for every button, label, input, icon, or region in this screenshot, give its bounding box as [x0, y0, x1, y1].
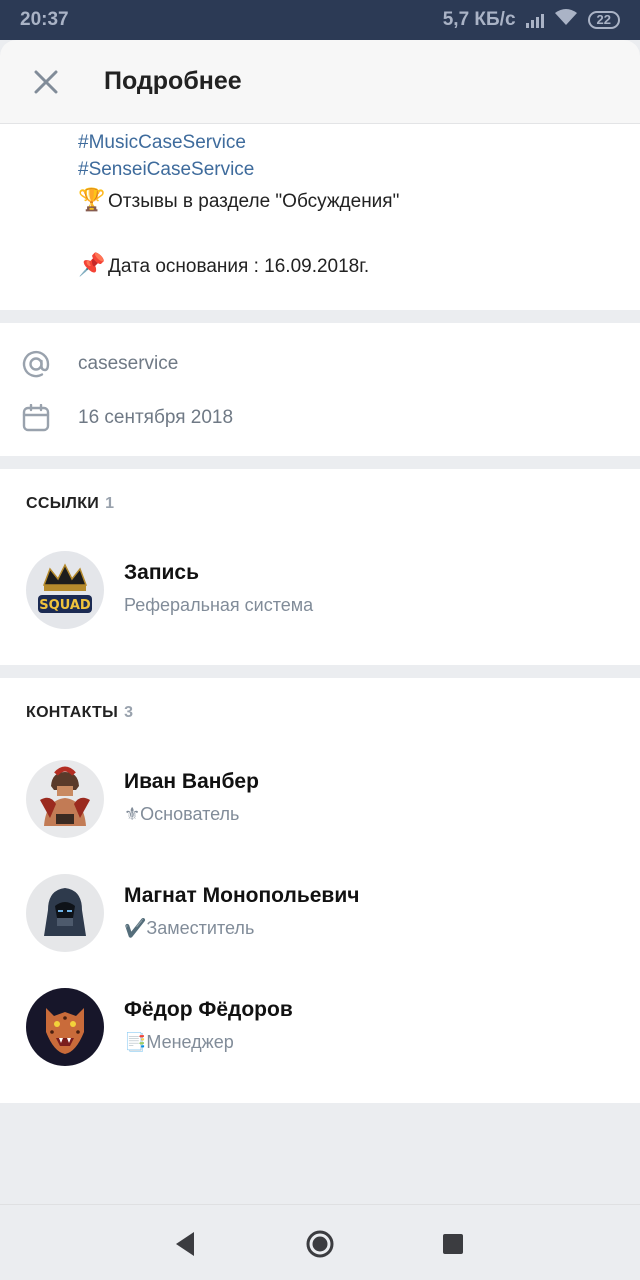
links-count: 1	[105, 495, 115, 512]
contact-role: ⚜Основатель	[124, 804, 240, 824]
status-time: 20:37	[20, 9, 69, 30]
link-subtitle: Реферальная система	[124, 595, 314, 615]
network-speed: 5,7 КБ/с	[442, 9, 516, 30]
battery-icon: 22	[587, 11, 620, 29]
handle-row[interactable]: caseservice	[0, 337, 640, 391]
jaguar-avatar	[26, 988, 104, 1066]
hashtag-music[interactable]: #MusicCaseService	[78, 132, 246, 154]
hashtag-sensei[interactable]: #SenseiCaseService	[78, 159, 254, 181]
links-title: ССЫЛКИ	[26, 495, 100, 512]
contact-role: 📑Менеджер	[124, 1032, 234, 1052]
back-icon[interactable]	[170, 1229, 200, 1259]
group-handle: caseservice	[78, 353, 179, 374]
contact-name: Магнат Монопольевич	[124, 884, 360, 907]
date-row: 16 сентября 2018	[0, 391, 640, 445]
contacts-card: КОНТАКТЫ 3 Иван Ванбер ⚜Основатель Магна…	[0, 678, 640, 1103]
close-button[interactable]	[0, 40, 92, 124]
contact-name: Иван Ванбер	[124, 770, 259, 793]
link-title: Запись	[124, 561, 200, 584]
navigation-bar	[0, 1204, 640, 1280]
sheet-header: Подробнее	[0, 40, 640, 124]
signal-icon	[525, 12, 544, 28]
contacts-title: КОНТАКТЫ	[26, 704, 119, 721]
contact-item[interactable]: Фёдор Фёдоров 📑Менеджер	[0, 988, 640, 1068]
reviews-line: 🏆 Отзывы в разделе "Обсуждения"	[78, 187, 399, 213]
spartan-avatar	[26, 760, 104, 838]
home-icon[interactable]	[305, 1229, 335, 1259]
hooded-avatar	[26, 874, 104, 952]
close-icon	[34, 70, 58, 93]
links-card: ССЫЛКИ 1 SQUAD Запись Реферальная система	[0, 469, 640, 665]
reviews-text: Отзывы в разделе "Обсуждения"	[108, 191, 400, 212]
trophy-icon: 🏆	[78, 187, 106, 212]
founded-text: Дата основания : 16.09.2018г.	[108, 256, 370, 277]
details-sheet: Подробнее #MusicCaseService #SenseiCaseS…	[0, 40, 640, 1204]
contact-name: Фёдор Фёдоров	[124, 998, 293, 1021]
founded-line: 📌 Дата основания : 16.09.2018г.	[78, 252, 369, 278]
battery-level: 22	[596, 12, 611, 27]
links-section-title: ССЫЛКИ 1	[26, 495, 114, 513]
squad-avatar: SQUAD	[26, 551, 104, 629]
svg-text:SQUAD: SQUAD	[39, 598, 91, 613]
page-title: Подробнее	[104, 67, 242, 95]
calendar-icon	[0, 404, 78, 432]
founded-date: 16 сентября 2018	[78, 407, 234, 428]
status-bar: 20:37 5,7 КБ/с 22	[0, 0, 640, 40]
contacts-count: 3	[124, 704, 134, 721]
contacts-section-title: КОНТАКТЫ 3	[26, 704, 133, 722]
contact-item[interactable]: Иван Ванбер ⚜Основатель	[0, 760, 640, 840]
contact-role: ✔️Заместитель	[124, 918, 255, 938]
pushpin-icon: 📌	[78, 252, 106, 277]
contact-item[interactable]: Магнат Монопольевич ✔️Заместитель	[0, 874, 640, 954]
description-card: #MusicCaseService #SenseiCaseService 🏆 От…	[0, 124, 640, 310]
recents-icon[interactable]	[438, 1229, 468, 1259]
info-card: caseservice 16 сентября 2018	[0, 323, 640, 456]
wifi-icon	[554, 8, 578, 32]
at-icon	[0, 349, 78, 379]
link-item[interactable]: SQUAD Запись Реферальная система	[0, 551, 640, 631]
